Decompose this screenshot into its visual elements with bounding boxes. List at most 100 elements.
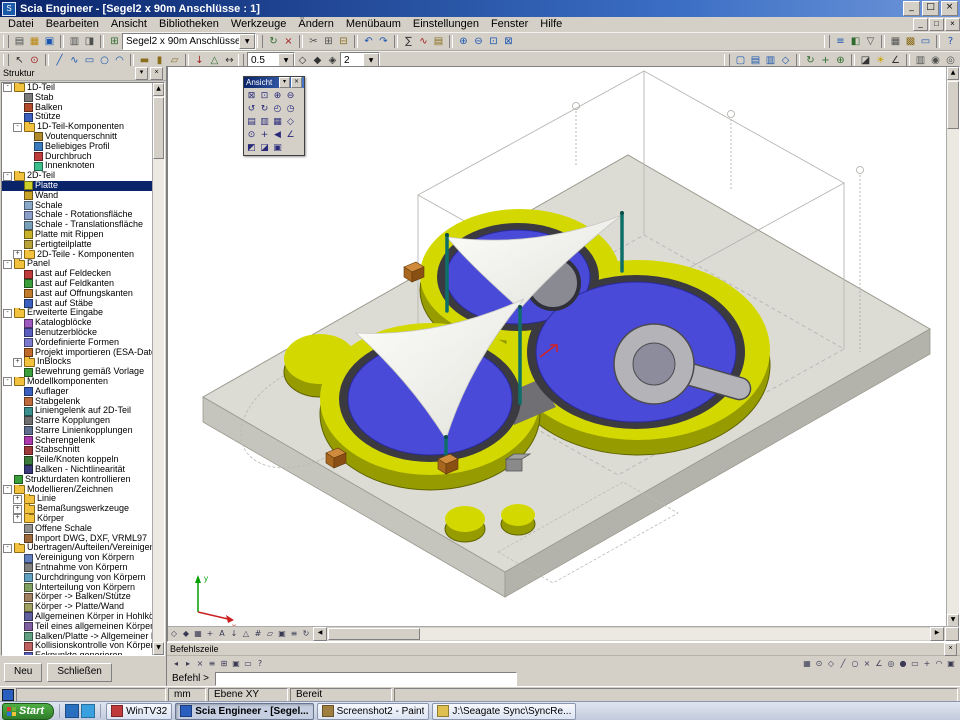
filter-icon[interactable]: ▽ bbox=[863, 34, 878, 49]
tree-item-stütze[interactable]: Stütze bbox=[2, 112, 153, 122]
minimize-button[interactable]: _ bbox=[903, 1, 920, 16]
zoom-out-icon[interactable]: ⊖ bbox=[471, 34, 486, 49]
tree-expander-icon[interactable]: + bbox=[13, 514, 22, 523]
tree-item-projekt-importieren-esa-datei[interactable]: Projekt importieren (ESA-Datei) bbox=[2, 348, 153, 358]
tree-item-unterteilung-von-körpern[interactable]: Unterteilung von Körpern bbox=[2, 583, 153, 593]
open-project-icon[interactable]: ▦ bbox=[27, 34, 42, 49]
snap-grid-icon[interactable]: ▦ bbox=[801, 658, 813, 670]
tree-item-linie[interactable]: +Linie bbox=[2, 494, 153, 504]
task-scia-engineer-segel[interactable]: Scia Engineer - [Segel... bbox=[175, 703, 313, 720]
rotate-left-icon[interactable]: ↺ bbox=[245, 102, 258, 115]
tree-item-balken[interactable]: Balken bbox=[2, 103, 153, 113]
tree-item-last-auf-öffnungskanten[interactable]: Last auf Öffnungskanten bbox=[2, 289, 153, 299]
zoom-in-icon[interactable]: ⊕ bbox=[456, 34, 471, 49]
internet-icon[interactable] bbox=[81, 704, 95, 718]
view-y-icon[interactable]: ▥ bbox=[258, 115, 271, 128]
view-x-icon[interactable]: ▤ bbox=[245, 115, 258, 128]
mdi-close-button[interactable]: × bbox=[945, 18, 960, 31]
tree-expander-icon[interactable]: - bbox=[3, 544, 12, 553]
snap-node-icon[interactable]: ⊙ bbox=[813, 658, 825, 670]
task-screenshot2-paint[interactable]: Screenshot2 - Paint bbox=[317, 703, 430, 720]
rotate-right-icon[interactable]: ↻ bbox=[258, 102, 271, 115]
results-icon[interactable]: ∿ bbox=[416, 34, 431, 49]
view-z-icon[interactable]: ▦ bbox=[271, 115, 284, 128]
tree-item-bewehrung-gemäß-vorlage[interactable]: Bewehrung gemäß Vorlage bbox=[2, 367, 153, 377]
menu-item-menübaum[interactable]: Menübaum bbox=[340, 17, 407, 32]
tree-item-erweiterte-eingabe[interactable]: -Erweiterte Eingabe bbox=[2, 308, 153, 318]
tree-item-2d-teil[interactable]: -2D-Teil bbox=[2, 171, 153, 181]
command-list-icon[interactable]: ≡ bbox=[206, 658, 218, 670]
zoom-all-icon[interactable]: ⊠ bbox=[501, 34, 516, 49]
palette-settings-icon[interactable]: ▣ bbox=[271, 141, 284, 154]
pan-icon[interactable]: + bbox=[258, 128, 271, 141]
menu-item-hilfe[interactable]: Hilfe bbox=[534, 17, 568, 32]
palette-dropdown-icon[interactable]: ▾ bbox=[279, 77, 290, 88]
task-wintv32[interactable]: WinTV32 bbox=[106, 703, 172, 720]
tree-item-entnahme-von-körpern[interactable]: Entnahme von Körpern bbox=[2, 563, 153, 573]
wireframe-toggle-icon[interactable]: ◇ bbox=[168, 628, 180, 640]
tree-item-1d-teil-komponenten[interactable]: -1D-Teil-Komponenten bbox=[2, 122, 153, 132]
tree-expander-icon[interactable]: - bbox=[3, 485, 12, 494]
command-copy-icon[interactable]: ⊞ bbox=[218, 658, 230, 670]
tree-expander-icon[interactable]: - bbox=[3, 172, 12, 181]
tree-item-modellkomponenten[interactable]: -Modellkomponenten bbox=[2, 377, 153, 387]
tree-item-vereinigung-von-körpern[interactable]: Vereinigung von Körpern bbox=[2, 553, 153, 563]
zoom-window-icon[interactable]: ⊡ bbox=[486, 34, 501, 49]
tree-item-kollisionskontrolle-von-körpern[interactable]: Kollisionskontrolle von Körpern bbox=[2, 641, 153, 651]
snap-edge-icon[interactable]: ▭ bbox=[909, 658, 921, 670]
close-panel-button[interactable]: Schließen bbox=[47, 663, 111, 682]
refresh-view-icon[interactable]: ↻ bbox=[300, 628, 312, 640]
view-axo-icon[interactable]: ◇ bbox=[284, 115, 297, 128]
escape-icon[interactable]: × bbox=[281, 34, 296, 49]
mdi-restore-button[interactable]: □ bbox=[929, 18, 944, 31]
tree-item-balken-platte-allgemeiner-körper[interactable]: Balken/Platte -> Allgemeiner Körper bbox=[2, 632, 153, 642]
hscroll-thumb[interactable] bbox=[328, 628, 420, 640]
tree-item-platte[interactable]: Platte bbox=[2, 181, 153, 191]
tree-item-modellieren-zeichnen[interactable]: -Modellieren/Zeichnen bbox=[2, 485, 153, 495]
copy-icon[interactable]: ⊞ bbox=[321, 34, 336, 49]
tree-item-voutenquerschnitt[interactable]: Voutenquerschnitt bbox=[2, 132, 153, 142]
activity-icon[interactable]: ◧ bbox=[848, 34, 863, 49]
zoom-all-icon[interactable]: ⊠ bbox=[245, 89, 258, 102]
new-document-icon[interactable]: ▤ bbox=[12, 34, 27, 49]
tree-item-liniengelenk-auf-2d-teil[interactable]: Liniengelenk auf 2D-Teil bbox=[2, 406, 153, 416]
project-settings-icon[interactable]: ⊞ bbox=[107, 34, 122, 49]
print-icon[interactable]: ▥ bbox=[67, 34, 82, 49]
scroll-up-icon[interactable]: ▲ bbox=[947, 67, 959, 80]
zoom-selection-icon[interactable]: ⊙ bbox=[245, 128, 258, 141]
tree-item-körper-balken-stütze[interactable]: Körper -> Balken/Stütze bbox=[2, 592, 153, 602]
tree-item-import-dwg-dxf-vrml97[interactable]: Import DWG, DXF, VRML97 bbox=[2, 534, 153, 544]
panel-pin-icon[interactable]: ▾ bbox=[135, 67, 148, 80]
snap-settings-icon[interactable]: ▣ bbox=[945, 658, 957, 670]
tree-item-teil-eines-allgemeinen-körpers-zu-ba[interactable]: Teil eines allgemeinen Körpers zu Ba... bbox=[2, 622, 153, 632]
scroll-left-icon[interactable]: ◀ bbox=[313, 627, 327, 641]
tree-item-schale-rotationsfläche[interactable]: Schale - Rotationsfläche bbox=[2, 210, 153, 220]
close-button[interactable]: × bbox=[941, 1, 958, 16]
snap-center-icon[interactable]: ◎ bbox=[885, 658, 897, 670]
snap-circle-icon[interactable]: ○ bbox=[849, 658, 861, 670]
save-icon[interactable]: ▣ bbox=[42, 34, 57, 49]
rotate-up-icon[interactable]: ◴ bbox=[271, 102, 284, 115]
palette-titlebar[interactable]: Ansicht ▾ × bbox=[244, 77, 304, 88]
previous-view-icon[interactable]: ◀ bbox=[271, 128, 284, 141]
menu-item-einstellungen[interactable]: Einstellungen bbox=[407, 17, 485, 32]
mdi-minimize-button[interactable]: _ bbox=[913, 18, 928, 31]
help-icon[interactable]: ? bbox=[943, 34, 958, 49]
tree-expander-icon[interactable]: + bbox=[13, 495, 22, 504]
palette-close-icon[interactable]: × bbox=[291, 77, 302, 88]
tree-item-beliebiges-profil[interactable]: Beliebiges Profil bbox=[2, 142, 153, 152]
zoom-in-icon[interactable]: ⊕ bbox=[271, 89, 284, 102]
tree-item-stabgelenk[interactable]: Stabgelenk bbox=[2, 397, 153, 407]
menu-item-werkzeuge[interactable]: Werkzeuge bbox=[225, 17, 292, 32]
menu-item-ändern[interactable]: Ändern bbox=[292, 17, 339, 32]
tree-item-schale-translationsfläche[interactable]: Schale - Translationsfläche bbox=[2, 220, 153, 230]
zoom-out-icon[interactable]: ⊖ bbox=[284, 89, 297, 102]
tree-item-körper-platte-wand[interactable]: Körper -> Platte/Wand bbox=[2, 602, 153, 612]
volume-toggle-icon[interactable]: ▣ bbox=[276, 628, 288, 640]
command-save-icon[interactable]: ▣ bbox=[230, 658, 242, 670]
snap-midpoint-icon[interactable]: ◇ bbox=[825, 658, 837, 670]
tree-item-schale[interactable]: Schale bbox=[2, 201, 153, 211]
maximize-button[interactable]: □ bbox=[922, 1, 939, 16]
show-desktop-icon[interactable] bbox=[65, 704, 79, 718]
tree-scrollbar[interactable]: ▲ ▼ bbox=[152, 83, 164, 655]
